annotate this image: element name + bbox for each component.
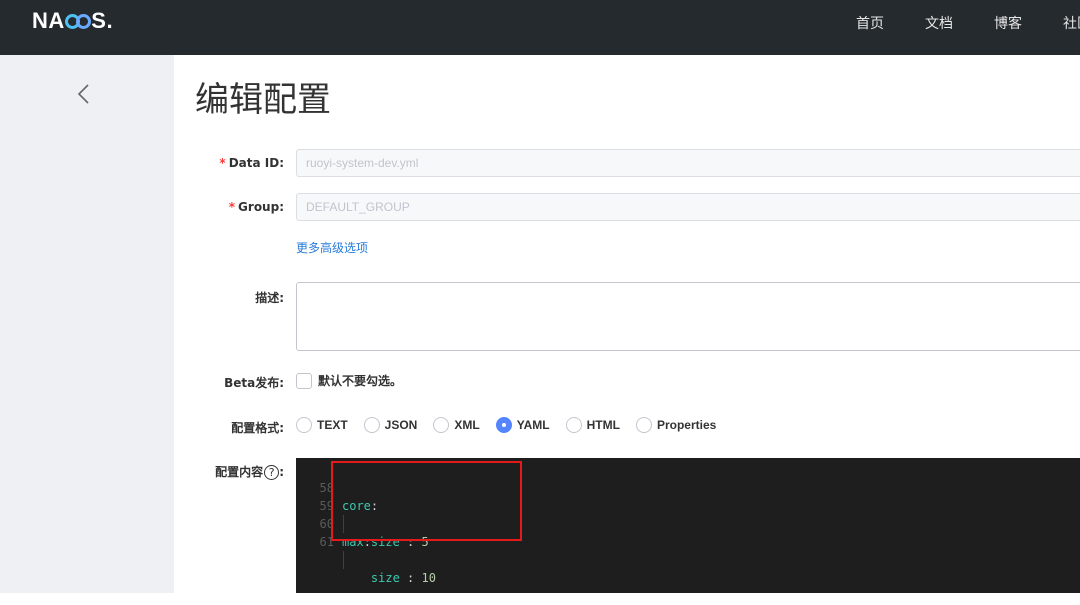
highlight-box [331,461,522,541]
format-radio-json[interactable]: JSON [363,417,417,433]
beta-checkbox[interactable] [296,372,312,389]
nav-item-docs[interactable]: 文档 [925,13,994,33]
code-line: 61 size : 10 [319,535,436,585]
nav-item-home[interactable]: 首页 [856,13,925,33]
code-line: 60 max: [319,517,371,549]
format-radio-xml[interactable]: XML [433,417,480,433]
radio-circle [296,417,312,433]
beta-checkbox-label: 默认不要勾选。 [318,374,403,388]
format-label: 配置格式: [231,421,284,435]
description-label: 描述: [255,291,284,305]
data-id-input[interactable]: ruoyi-system-dev.yml [296,149,1080,177]
logo-ring-icon [75,14,91,29]
group-label: * Group: [228,200,284,214]
nav-item-community[interactable]: 社区 [1063,13,1080,33]
back-arrow-icon[interactable] [73,82,93,106]
help-icon[interactable]: ? [264,465,280,480]
beta-label: Beta发布: [224,376,284,390]
format-radio-html[interactable]: HTML [565,417,620,433]
radio-circle [433,417,450,433]
page-title: 编辑配置 [195,80,331,120]
data-id-label: * Data ID: [219,156,284,170]
code-line: 58 core: [319,481,379,513]
advanced-options-link[interactable]: 更多高级选项 [296,239,368,256]
format-radio-yaml[interactable]: YAML [495,417,550,433]
top-nav: 首页 文档 博客 社区 [856,13,1080,33]
format-radio-group: TEXT JSON XML YAML HTML Properties [296,417,732,433]
sidebar [0,55,174,593]
radio-circle [363,417,380,433]
beta-checkbox-row: 默认不要勾选。 [296,372,402,389]
description-textarea[interactable] [296,282,1080,351]
code-line: 59 size : 5 [319,499,429,549]
top-navigation-bar: NAS. 首页 文档 博客 社区 [0,0,1080,55]
group-input[interactable]: DEFAULT_GROUP [296,193,1080,221]
radio-circle [635,417,652,433]
radio-circle-selected [495,417,512,433]
radio-circle [565,417,582,433]
format-radio-text[interactable]: TEXT [296,417,348,433]
format-radio-properties[interactable]: Properties [635,417,716,433]
nav-item-blog[interactable]: 博客 [994,13,1063,33]
content-label: 配置内容?: [215,465,284,480]
nacos-logo[interactable]: NA S. [32,9,113,33]
